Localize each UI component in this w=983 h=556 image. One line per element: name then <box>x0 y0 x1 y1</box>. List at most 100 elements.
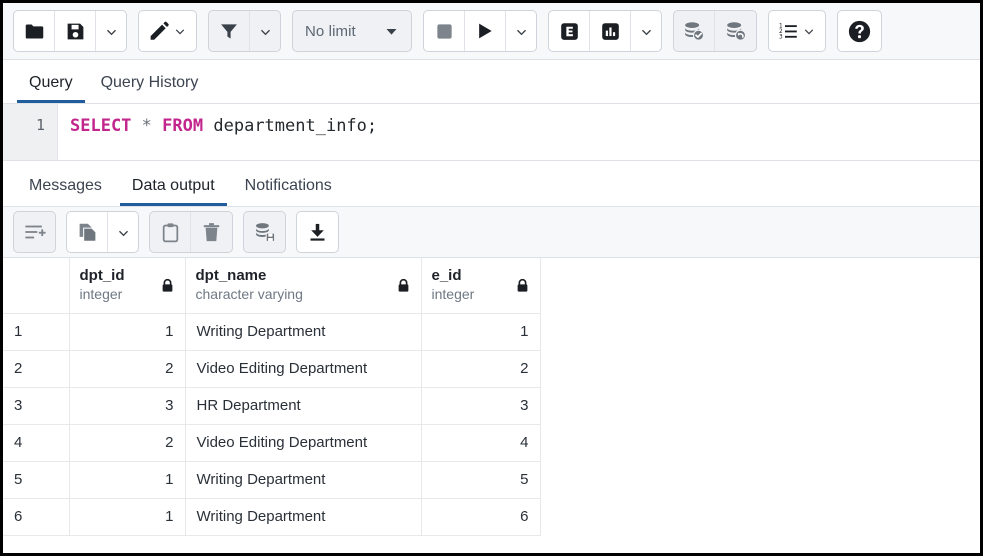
column-type: integer <box>432 286 475 304</box>
commit-button[interactable] <box>674 11 715 51</box>
copy-button[interactable] <box>67 212 108 252</box>
save-data-changes-button[interactable] <box>244 212 285 252</box>
save-file-button[interactable] <box>55 11 96 51</box>
copy-menu-button[interactable] <box>108 212 138 252</box>
tab-query-history[interactable]: Query History <box>89 75 211 103</box>
column-header-dpt_name[interactable]: dpt_name character varying <box>185 258 421 313</box>
result-table: dpt_id integer <box>3 258 541 536</box>
table-row[interactable]: 4 2 Video Editing Department 4 <box>3 424 540 461</box>
column-header-dpt_id[interactable]: dpt_id integer <box>69 258 185 313</box>
lock-icon <box>160 278 175 293</box>
filter-menu-button[interactable] <box>250 11 280 51</box>
row-number: 3 <box>3 387 69 424</box>
cell-dpt_id[interactable]: 2 <box>69 424 185 461</box>
cell-dpt_id[interactable]: 1 <box>69 313 185 350</box>
cell-dpt_id[interactable]: 1 <box>69 498 185 535</box>
row-number: 4 <box>3 424 69 461</box>
cell-dpt_name[interactable]: Video Editing Department <box>185 350 421 387</box>
add-row-group <box>13 211 56 253</box>
lock-icon <box>515 278 530 293</box>
column-header-e_id[interactable]: e_id integer <box>421 258 540 313</box>
explain-button-group <box>548 10 662 52</box>
macros-button[interactable]: 1 2 3 <box>769 11 825 51</box>
column-name: dpt_name <box>196 267 303 286</box>
rollback-button[interactable] <box>715 11 756 51</box>
commit-icon <box>683 20 705 42</box>
execute-query-button[interactable] <box>465 11 506 51</box>
stop-icon <box>435 22 454 41</box>
sql-keyword-from: FROM <box>162 116 203 136</box>
table-row[interactable]: 1 1 Writing Department 1 <box>3 313 540 350</box>
paste-button[interactable] <box>150 212 191 252</box>
explain-button[interactable] <box>549 11 590 51</box>
cell-dpt_name[interactable]: Video Editing Department <box>185 424 421 461</box>
filter-button-group <box>208 10 281 52</box>
download-csv-button[interactable] <box>297 212 338 252</box>
edit-button[interactable] <box>139 11 196 51</box>
data-grid[interactable]: dpt_id integer <box>3 258 980 553</box>
help-button-group <box>837 10 882 52</box>
column-type: integer <box>80 286 125 304</box>
sql-editor[interactable]: 1 SELECT * FROM department_info; <box>3 104 980 161</box>
chevron-down-icon <box>173 24 187 38</box>
chevron-down-icon <box>384 24 399 39</box>
tab-data-output-label: Data output <box>132 177 215 194</box>
table-row[interactable]: 3 3 HR Department 3 <box>3 387 540 424</box>
tab-messages[interactable]: Messages <box>17 178 114 206</box>
macros-button-group: 1 2 3 <box>768 10 826 52</box>
cell-dpt_name[interactable]: HR Department <box>185 387 421 424</box>
download-csv-icon <box>307 222 328 243</box>
add-row-button[interactable] <box>14 212 55 252</box>
rollback-icon <box>725 20 747 42</box>
query-tool-toolbar: No limit <box>3 3 980 60</box>
cell-e_id[interactable]: 2 <box>421 350 540 387</box>
tab-data-output[interactable]: Data output <box>120 178 227 206</box>
play-icon <box>475 21 495 41</box>
table-row[interactable]: 5 1 Writing Department 5 <box>3 461 540 498</box>
stop-query-button[interactable] <box>424 11 465 51</box>
cell-e_id[interactable]: 6 <box>421 498 540 535</box>
delete-row-icon <box>201 222 222 243</box>
chevron-down-icon <box>802 24 816 38</box>
paste-icon <box>160 222 181 243</box>
chevron-down-icon <box>116 225 131 240</box>
cell-e_id[interactable]: 4 <box>421 424 540 461</box>
cell-e_id[interactable]: 5 <box>421 461 540 498</box>
row-limit-select[interactable]: No limit <box>293 11 411 51</box>
cell-e_id[interactable]: 1 <box>421 313 540 350</box>
explain-menu-button[interactable] <box>631 11 661 51</box>
row-number-header <box>3 258 69 313</box>
numbered-list-icon: 1 2 3 <box>778 21 799 42</box>
cell-e_id[interactable]: 3 <box>421 387 540 424</box>
cell-dpt_id[interactable]: 2 <box>69 350 185 387</box>
line-number: 1 <box>36 116 45 134</box>
help-circle-icon <box>847 19 872 44</box>
lock-icon <box>396 278 411 293</box>
data-grid-toolbar <box>3 207 980 258</box>
cell-dpt_name[interactable]: Writing Department <box>185 498 421 535</box>
sql-identifier-table: department_info; <box>213 116 377 136</box>
edit-button-group <box>138 10 197 52</box>
download-group <box>296 211 339 253</box>
tab-notifications[interactable]: Notifications <box>233 178 344 206</box>
help-button[interactable] <box>838 11 881 51</box>
table-row[interactable]: 6 1 Writing Department 6 <box>3 498 540 535</box>
delete-row-button[interactable] <box>191 212 232 252</box>
cell-dpt_id[interactable]: 3 <box>69 387 185 424</box>
cell-dpt_name[interactable]: Writing Department <box>185 461 421 498</box>
explain-analyze-button[interactable] <box>590 11 631 51</box>
tab-query[interactable]: Query <box>17 75 85 103</box>
row-limit-value: No limit <box>305 23 356 40</box>
cell-dpt_name[interactable]: Writing Department <box>185 313 421 350</box>
execute-button-group <box>423 10 537 52</box>
table-row[interactable]: 2 2 Video Editing Department 2 <box>3 350 540 387</box>
filter-button[interactable] <box>209 11 250 51</box>
execute-menu-button[interactable] <box>506 11 536 51</box>
sql-code-line[interactable]: SELECT * FROM department_info; <box>58 104 980 160</box>
column-type: character varying <box>196 286 303 304</box>
chevron-down-icon <box>258 24 273 39</box>
open-file-button[interactable] <box>14 11 55 51</box>
file-menu-button[interactable] <box>96 11 126 51</box>
cell-dpt_id[interactable]: 1 <box>69 461 185 498</box>
chevron-down-icon <box>104 24 119 39</box>
